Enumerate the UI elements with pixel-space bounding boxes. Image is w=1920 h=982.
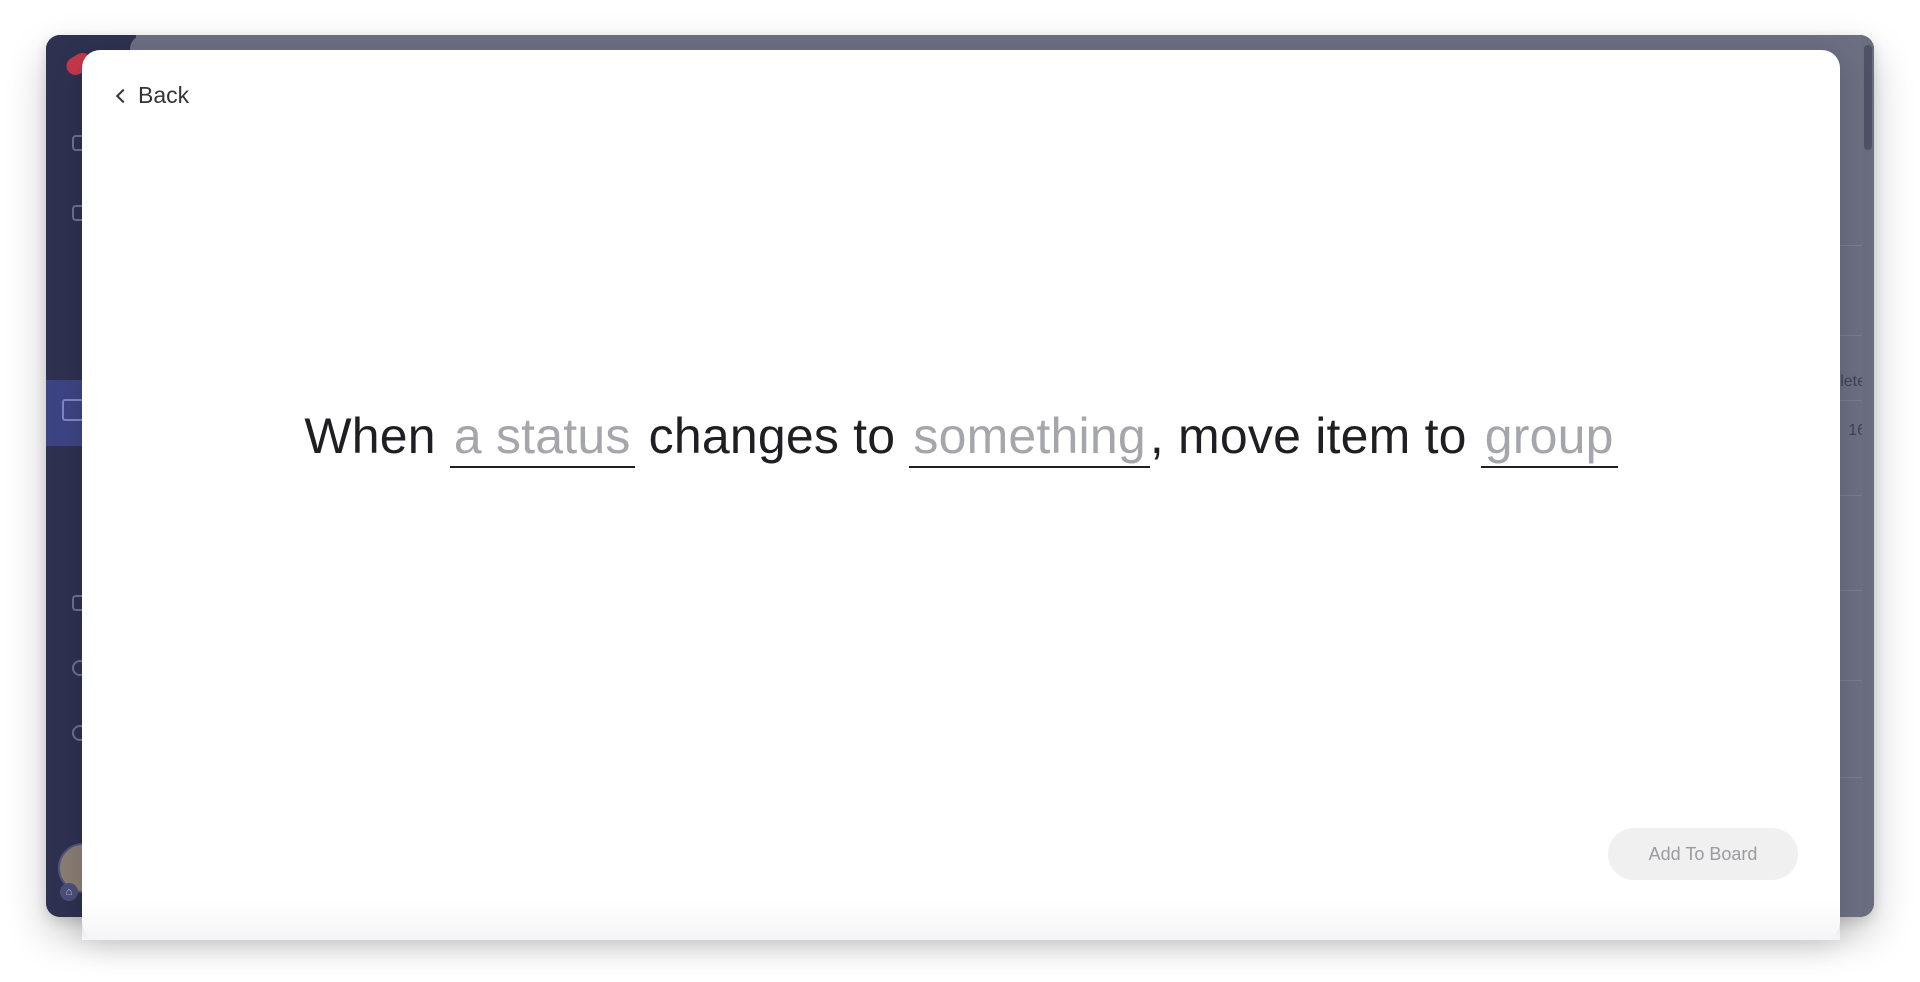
back-label: Back bbox=[138, 82, 190, 108]
add-to-board-button[interactable]: Add To Board bbox=[1608, 828, 1798, 880]
back-button[interactable]: Back bbox=[115, 82, 190, 109]
recipe-text-when: When bbox=[304, 408, 436, 464]
status-field-selector[interactable]: a status bbox=[449, 409, 635, 468]
recipe-text-changes-to: changes to bbox=[648, 408, 896, 464]
recipe-text-move-item: , move item to bbox=[1149, 408, 1467, 464]
status-value-selector[interactable]: something bbox=[909, 409, 1150, 468]
scrollbar-thumb[interactable] bbox=[1864, 45, 1872, 150]
chevron-left-icon bbox=[115, 88, 131, 104]
modal-bottom-fade bbox=[82, 900, 1840, 940]
recipe-sentence: When a status changes to something, move… bbox=[82, 407, 1840, 468]
home-icon[interactable]: ⌂ bbox=[60, 883, 78, 901]
scrollbar[interactable] bbox=[1862, 35, 1874, 917]
group-selector[interactable]: group bbox=[1480, 409, 1618, 468]
automation-recipe-modal: Back When a status changes to something,… bbox=[82, 50, 1840, 940]
gift-icon[interactable] bbox=[62, 399, 84, 421]
